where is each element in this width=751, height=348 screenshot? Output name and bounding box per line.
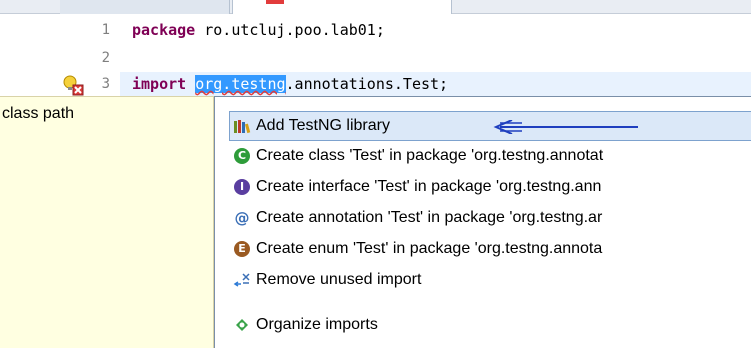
selected-text: org.testng — [195, 75, 286, 93]
proposal-description: class path — [0, 96, 214, 348]
keyword: package — [132, 21, 196, 39]
code-line-3[interactable]: import org.testng.annotations.Test; — [132, 75, 448, 93]
editor-tab-active[interactable] — [232, 0, 452, 14]
library-icon — [233, 117, 251, 135]
enum-icon: E — [233, 240, 251, 258]
code-text: .annotations.Test; — [285, 75, 449, 93]
proposal-label: Create interface 'Test' in package 'org.… — [256, 178, 602, 195]
editor-tab-strip — [0, 0, 751, 14]
proposal-organize-imports[interactable]: Organize imports — [233, 296, 751, 334]
remove-import-icon — [233, 271, 251, 289]
code-text: ro.utcluj.poo.lab01; — [195, 21, 385, 39]
keyword: import — [132, 75, 187, 93]
proposal-create-annotation[interactable]: @ Create annotation 'Test' in package 'o… — [233, 203, 751, 233]
proposal-label: Create enum 'Test' in package 'org.testn… — [256, 240, 603, 257]
proposal-label: Remove unused import — [256, 271, 422, 288]
proposal-label: Organize imports — [256, 316, 378, 333]
proposal-label: Create class 'Test' in package 'org.test… — [256, 147, 604, 164]
description-text: class path — [2, 105, 75, 122]
quick-fix-popup: Add TestNG library C Create class 'Test'… — [214, 96, 751, 348]
line-number: 1 — [101, 22, 110, 38]
arrow-left-icon — [493, 120, 638, 134]
proposal-create-interface[interactable]: I Create interface 'Test' in package 'or… — [233, 172, 751, 202]
interface-icon: I — [233, 178, 251, 196]
organize-imports-icon — [233, 316, 251, 334]
proposal-remove-unused-import[interactable]: Remove unused import — [233, 265, 751, 295]
dirty-marker — [266, 0, 284, 4]
proposal-create-enum[interactable]: E Create enum 'Test' in package 'org.tes… — [233, 234, 751, 264]
annotation-icon: @ — [234, 209, 250, 227]
line-number: 3 — [101, 76, 110, 92]
quick-fix-icon[interactable] — [62, 74, 84, 96]
editor-tab[interactable] — [60, 0, 230, 14]
proposal-label: Create annotation 'Test' in package 'org… — [256, 209, 603, 226]
code-line-1[interactable]: package ro.utcluj.poo.lab01; — [132, 21, 385, 39]
line-number: 2 — [101, 50, 110, 66]
proposal-label: Add TestNG library — [256, 117, 390, 134]
proposal-create-class[interactable]: C Create class 'Test' in package 'org.te… — [233, 141, 751, 171]
class-icon: C — [233, 147, 251, 165]
proposal-add-testng-library[interactable]: Add TestNG library — [229, 111, 751, 141]
